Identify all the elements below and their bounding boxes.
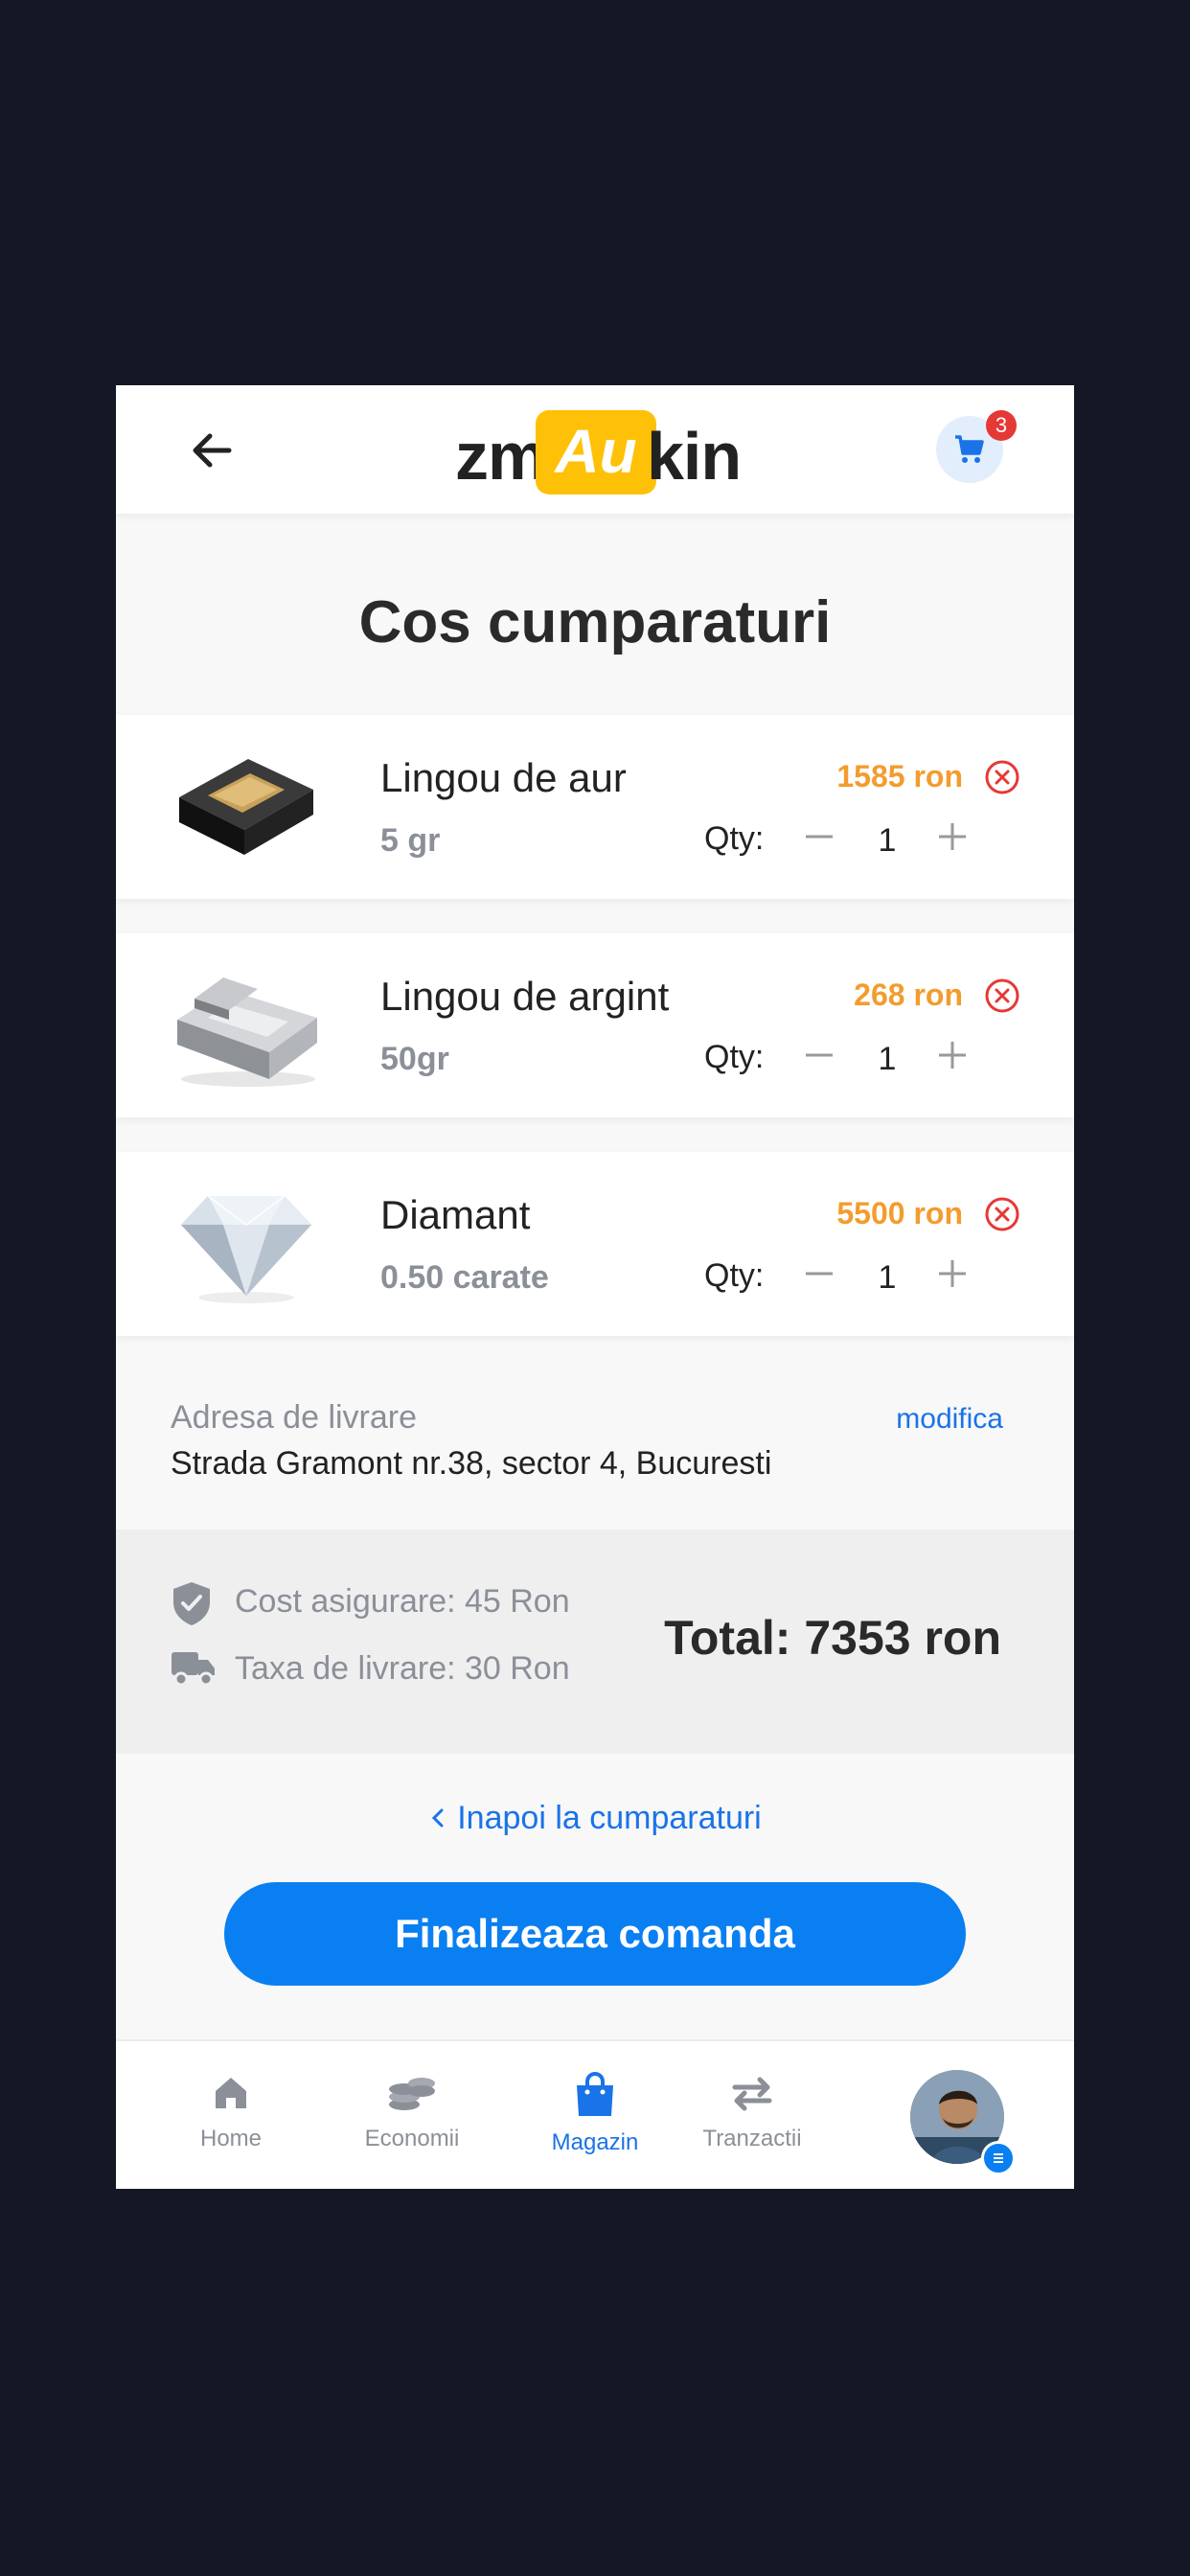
gold-bar-image[interactable] (170, 742, 323, 872)
nav-label: Tranzactii (702, 2126, 802, 2151)
chevron-left-icon (432, 1808, 444, 1828)
qty-increase-icon[interactable] (932, 1035, 973, 1075)
remove-item-icon[interactable] (984, 1196, 1020, 1232)
logo-text-right: kin (647, 419, 742, 494)
transfer-arrows-icon (732, 2077, 772, 2111)
nav-label: Magazin (551, 2129, 639, 2155)
qty-increase-icon[interactable] (932, 1254, 973, 1294)
logo-text-highlight: Au (536, 410, 656, 494)
qty-value: 1 (878, 1259, 897, 1296)
qty-label: Qty: (704, 820, 765, 857)
bottom-navigation: Home Economii Magazin Tranzactii (116, 2039, 1074, 2189)
diamond-image[interactable] (170, 1179, 323, 1309)
nav-item-home[interactable]: Home (154, 2070, 308, 2152)
item-price: 1585 ron (836, 759, 963, 794)
page-title: Cos cumparaturi (358, 589, 832, 656)
logo-text-left: zm (455, 419, 547, 494)
nav-label: Home (199, 2126, 263, 2151)
order-total: Total: 7353 ron (664, 1611, 1001, 1665)
qty-decrease-icon[interactable] (799, 1254, 839, 1294)
item-detail: 50gr (380, 1041, 449, 1077)
back-arrow-icon[interactable] (185, 424, 239, 477)
back-to-shopping-link[interactable]: Inapoi la cumparaturi (116, 1800, 1074, 1837)
cart-item: Lingou de argint 50gr 268 ron Qty: 1 (116, 933, 1074, 1117)
home-icon (216, 2078, 246, 2108)
qty-increase-icon[interactable] (932, 816, 973, 857)
qty-decrease-icon[interactable] (799, 816, 839, 857)
nav-item-economii[interactable]: Economii (335, 2070, 489, 2152)
order-summary: Cost asigurare: 45 Ron Taxa de livrare: … (116, 1530, 1074, 1754)
cart-icon (955, 435, 984, 463)
nav-label: Economii (364, 2126, 460, 2151)
qty-label: Qty: (704, 1257, 765, 1294)
qty-label: Qty: (704, 1039, 765, 1075)
app-header: zm Au kin 3 (116, 385, 1074, 514)
item-detail: 5 gr (380, 822, 441, 859)
item-detail: 0.50 carate (380, 1259, 549, 1296)
shield-check-icon (173, 1582, 210, 1625)
edit-address-link[interactable]: modifica (896, 1403, 1003, 1436)
nav-item-magazin[interactable]: Magazin (518, 2070, 672, 2156)
checkout-button[interactable]: Finalizeaza comanda (224, 1882, 966, 1986)
address-label: Adresa de livrare (171, 1399, 418, 1436)
qty-decrease-icon[interactable] (799, 1035, 839, 1075)
remove-item-icon[interactable] (984, 759, 1020, 795)
back-to-shopping-label: Inapoi la cumparaturi (457, 1800, 762, 1836)
insurance-cost: Cost asigurare: 45 Ron (235, 1583, 570, 1620)
silver-bar-image[interactable] (170, 960, 323, 1091)
cart-item: Diamant 0.50 carate 5500 ron Qty: 1 (116, 1152, 1074, 1336)
item-name: Lingou de aur (380, 755, 627, 800)
remove-item-icon[interactable] (984, 978, 1020, 1014)
item-name: Lingou de argint (380, 974, 670, 1019)
menu-icon[interactable] (981, 2141, 1016, 2175)
cart-item: Lingou de aur 5 gr 1585 ron Qty: 1 (116, 715, 1074, 899)
app-screen: zm Au kin 3 Cos cumparaturi Lingou de au… (116, 385, 1074, 2189)
cart-count-badge: 3 (986, 410, 1017, 441)
delivery-truck-icon (172, 1652, 215, 1687)
coins-icon (389, 2078, 435, 2110)
item-price: 5500 ron (836, 1196, 963, 1230)
item-price: 268 ron (854, 978, 963, 1012)
nav-item-tranzactii[interactable]: Tranzactii (675, 2070, 829, 2152)
zmaukin-logo[interactable]: zm Au kin (455, 406, 743, 494)
delivery-address-section: Adresa de livrare modifica Strada Gramon… (116, 1344, 1074, 1530)
delivery-fee: Taxa de livrare: 30 Ron (235, 1650, 570, 1687)
address-value: Strada Gramont nr.38, sector 4, Bucurest… (171, 1445, 772, 1482)
item-name: Diamant (380, 1192, 531, 1237)
qty-value: 1 (878, 822, 897, 859)
qty-value: 1 (878, 1041, 897, 1077)
shopping-bag-icon (577, 2072, 613, 2116)
